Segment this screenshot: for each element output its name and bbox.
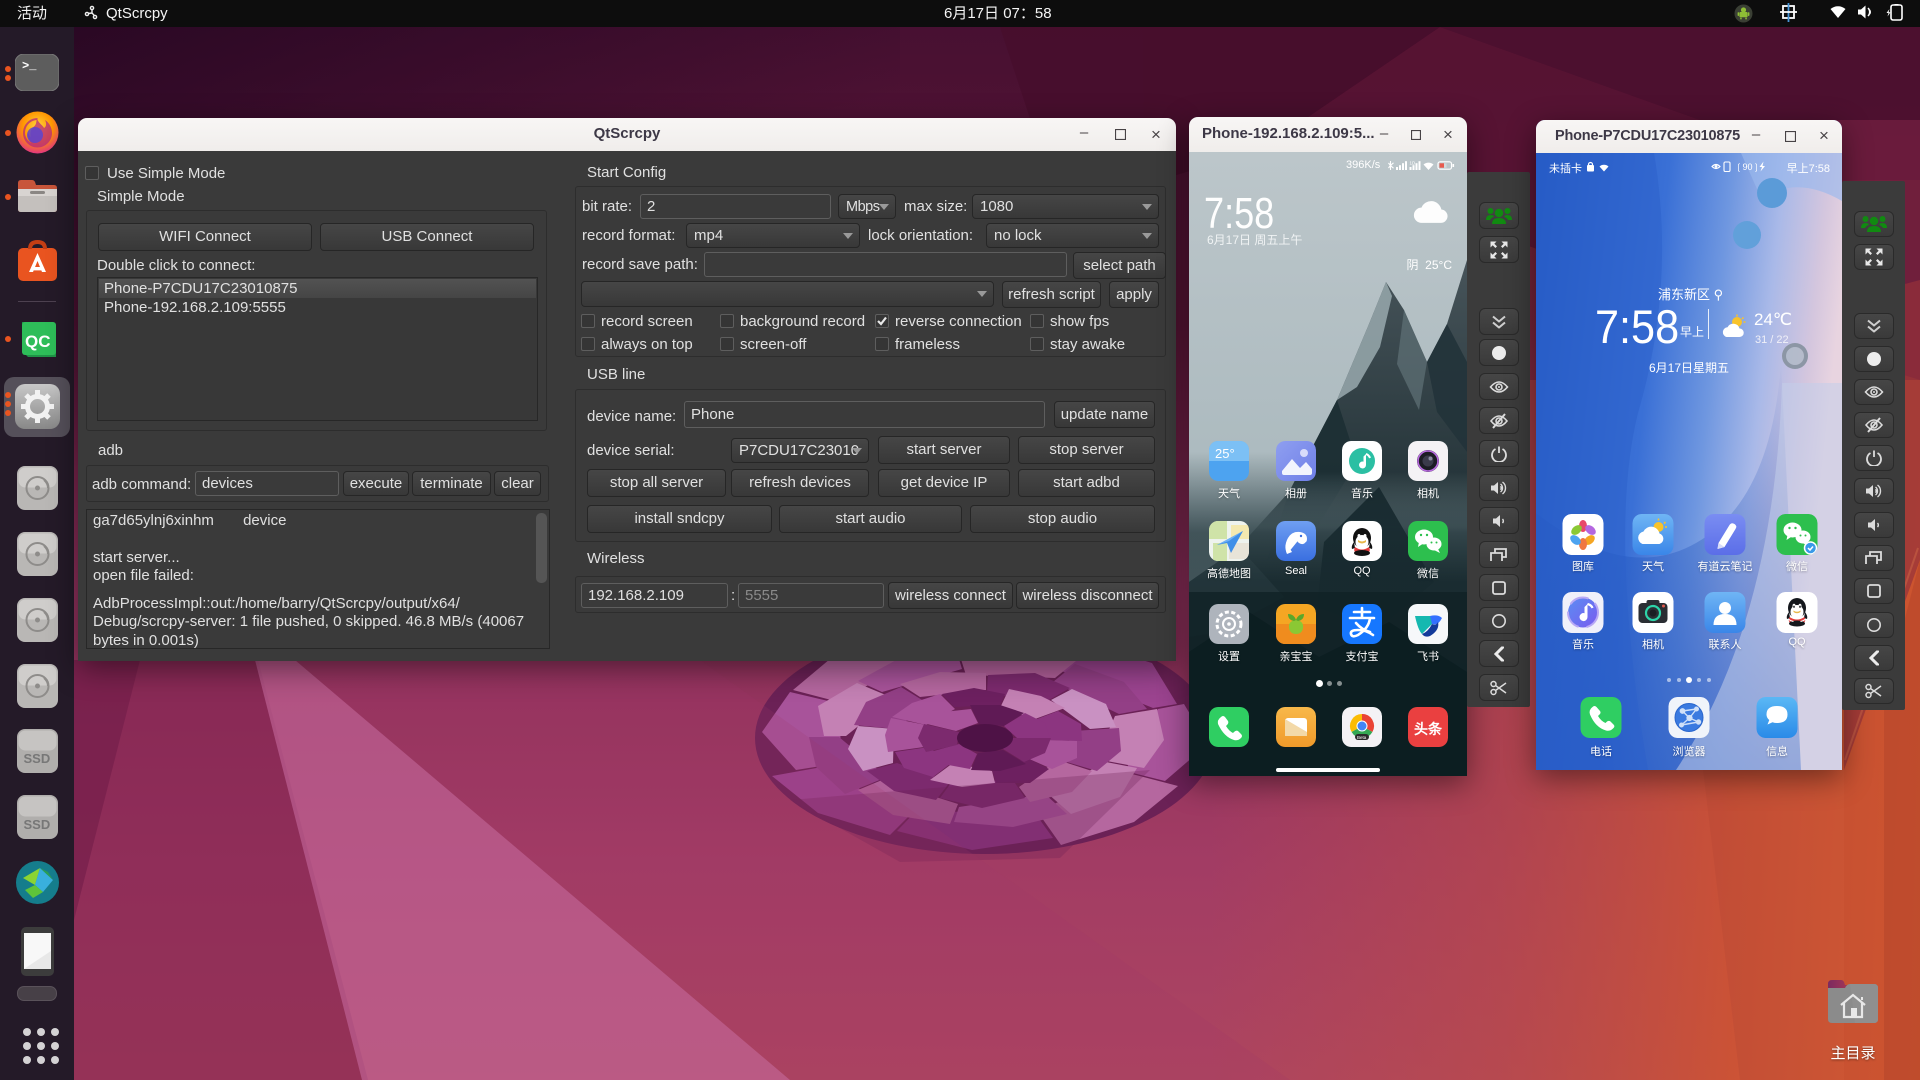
svg-text:头条: 头条 [1414, 721, 1443, 737]
svg-text:>_: >_ [22, 59, 37, 73]
svg-text:Beta: Beta [1357, 735, 1367, 740]
svg-text:SSD: SSD [24, 817, 51, 832]
svg-text:1D: 1D [1410, 161, 1417, 166]
svg-text:25°: 25° [1215, 446, 1235, 461]
svg-text:❲90❳: ❲90❳ [1735, 162, 1760, 172]
svg-text:SSD: SSD [24, 751, 51, 766]
svg-text:QC: QC [25, 332, 51, 351]
